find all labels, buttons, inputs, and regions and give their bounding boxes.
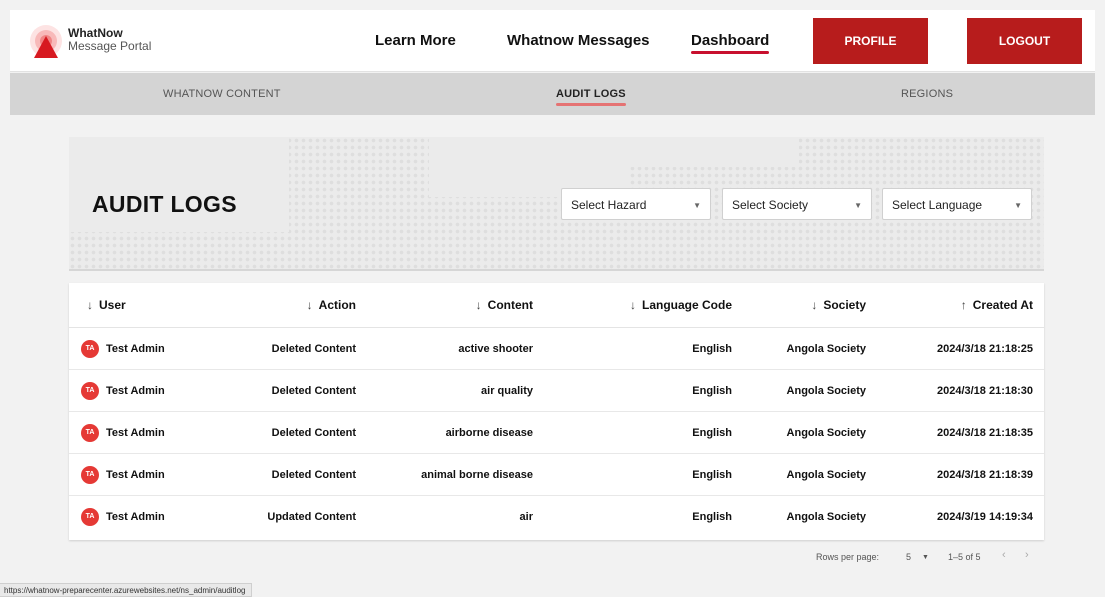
cell-content: air bbox=[519, 511, 533, 523]
tab-audit-logs[interactable]: AUDIT LOGS bbox=[556, 88, 626, 106]
column-header-society[interactable]: ↓ Society bbox=[811, 298, 866, 312]
cell-user: Test Admin bbox=[106, 385, 165, 397]
hazard-select[interactable]: Select Hazard ▼ bbox=[561, 188, 711, 220]
sub-navigation: WHATNOW CONTENT AUDIT LOGS REGIONS bbox=[10, 73, 1095, 115]
column-label: Created At bbox=[972, 298, 1033, 312]
cell-user: Test Admin bbox=[106, 511, 165, 523]
cell-user: Test Admin bbox=[106, 427, 165, 439]
sort-down-icon: ↓ bbox=[87, 298, 93, 312]
nav-learn-more[interactable]: Learn More bbox=[375, 32, 456, 49]
column-header-created-at[interactable]: ↑ Created At bbox=[961, 298, 1033, 312]
cell-society: Angola Society bbox=[786, 385, 866, 397]
cell-created-at: 2024/3/19 14:19:34 bbox=[936, 511, 1033, 523]
column-label: User bbox=[99, 298, 126, 312]
cell-society: Angola Society bbox=[786, 343, 866, 355]
cell-language: English bbox=[692, 385, 732, 397]
cell-language: English bbox=[692, 511, 732, 523]
cell-created-at: 2024/3/18 21:18:25 bbox=[936, 343, 1033, 355]
society-select[interactable]: Select Society ▼ bbox=[722, 188, 872, 220]
language-select[interactable]: Select Language ▼ bbox=[882, 188, 1032, 220]
logout-button[interactable]: LOGOUT bbox=[967, 18, 1082, 64]
cell-language: English bbox=[692, 343, 732, 355]
chevron-right-icon[interactable]: › bbox=[1025, 549, 1029, 561]
chevron-down-icon[interactable]: ▼ bbox=[922, 554, 929, 561]
cell-action: Deleted Content bbox=[271, 469, 356, 481]
column-header-action[interactable]: ↓ Action bbox=[307, 298, 356, 312]
column-label: Society bbox=[823, 298, 866, 312]
cell-action: Deleted Content bbox=[271, 427, 356, 439]
cell-created-at: 2024/3/18 21:18:35 bbox=[936, 427, 1033, 439]
table-row[interactable]: TA Test Admin Deleted Content active sho… bbox=[69, 328, 1044, 370]
cell-content: air quality bbox=[481, 385, 533, 397]
cell-action: Deleted Content bbox=[271, 385, 356, 397]
table-header: ↓ User ↓ Action ↓ Content ↓ Language Code ↓ S… bbox=[69, 283, 1044, 328]
avatar: TA bbox=[81, 340, 99, 358]
pagination-range: 1–5 of 5 bbox=[948, 552, 981, 562]
table-row[interactable]: TA Test Admin Deleted Content airborne d… bbox=[69, 412, 1044, 454]
avatar: TA bbox=[81, 382, 99, 400]
chevron-down-icon: ▼ bbox=[1014, 201, 1022, 210]
audit-logs-table: ↓ User ↓ Action ↓ Content ↓ Language Code ↓ S… bbox=[69, 283, 1044, 540]
tab-whatnow-content[interactable]: WHATNOW CONTENT bbox=[163, 88, 281, 100]
table-row[interactable]: TA Test Admin Deleted Content animal bor… bbox=[69, 454, 1044, 496]
sort-down-icon: ↓ bbox=[306, 298, 313, 312]
column-header-user[interactable]: ↓ User bbox=[87, 298, 126, 312]
page-title: AUDIT LOGS bbox=[92, 191, 237, 217]
cell-content: active shooter bbox=[458, 343, 533, 355]
cell-action: Deleted Content bbox=[271, 343, 356, 355]
column-header-content[interactable]: ↓ Content bbox=[476, 298, 533, 312]
language-select-label: Select Language bbox=[892, 198, 983, 212]
avatar: TA bbox=[81, 508, 99, 526]
sort-down-icon: ↓ bbox=[629, 298, 636, 312]
cell-user: Test Admin bbox=[106, 343, 165, 355]
profile-button[interactable]: PROFILE bbox=[813, 18, 928, 64]
tab-regions[interactable]: REGIONS bbox=[901, 88, 953, 100]
status-url: https://whatnow-preparecenter.azurewebsi… bbox=[0, 583, 253, 597]
cell-language: English bbox=[692, 469, 732, 481]
chevron-left-icon[interactable]: ‹ bbox=[1002, 549, 1006, 561]
cell-society: Angola Society bbox=[786, 469, 866, 481]
nav-whatnow-messages[interactable]: Whatnow Messages bbox=[507, 32, 650, 49]
column-label: Content bbox=[487, 298, 533, 312]
cell-content: animal borne disease bbox=[421, 469, 533, 481]
chevron-down-icon: ▼ bbox=[854, 201, 862, 210]
column-label: Language Code bbox=[641, 298, 732, 312]
cell-action: Updated Content bbox=[267, 511, 356, 523]
society-select-label: Select Society bbox=[732, 198, 809, 212]
table-row[interactable]: TA Test Admin Updated Content air Englis… bbox=[69, 496, 1044, 538]
top-header: WhatNow Message Portal Learn More Whatno… bbox=[10, 10, 1095, 72]
cell-content: airborne disease bbox=[445, 427, 533, 439]
avatar: TA bbox=[81, 424, 99, 442]
audit-logs-header-card: AUDIT LOGS Select Hazard ▼ Select Societ… bbox=[69, 137, 1044, 271]
table-row[interactable]: TA Test Admin Deleted Content air qualit… bbox=[69, 370, 1044, 412]
cell-language: English bbox=[692, 427, 732, 439]
column-label: Action bbox=[318, 298, 356, 312]
map-blank-area bbox=[599, 137, 799, 167]
cell-created-at: 2024/3/18 21:18:30 bbox=[936, 385, 1033, 397]
cell-society: Angola Society bbox=[786, 427, 866, 439]
brand-name[interactable]: WhatNow Message Portal bbox=[68, 27, 151, 53]
hazard-select-label: Select Hazard bbox=[571, 198, 647, 212]
column-header-language-code[interactable]: ↓ Language Code bbox=[630, 298, 732, 312]
whatnow-logo-icon[interactable] bbox=[28, 24, 64, 60]
sort-up-icon: ↑ bbox=[960, 298, 967, 312]
sort-down-icon: ↓ bbox=[475, 298, 482, 312]
avatar: TA bbox=[81, 466, 99, 484]
rows-per-page-select[interactable]: 5 bbox=[906, 552, 911, 562]
brand-subtitle: Message Portal bbox=[68, 39, 152, 53]
cell-society: Angola Society bbox=[786, 511, 866, 523]
rows-per-page-label: Rows per page: bbox=[816, 552, 880, 562]
cell-created-at: 2024/3/18 21:18:39 bbox=[936, 469, 1033, 481]
sort-down-icon: ↓ bbox=[811, 298, 818, 312]
nav-dashboard[interactable]: Dashboard bbox=[691, 32, 770, 54]
chevron-down-icon: ▼ bbox=[693, 201, 701, 210]
cell-user: Test Admin bbox=[106, 469, 165, 481]
